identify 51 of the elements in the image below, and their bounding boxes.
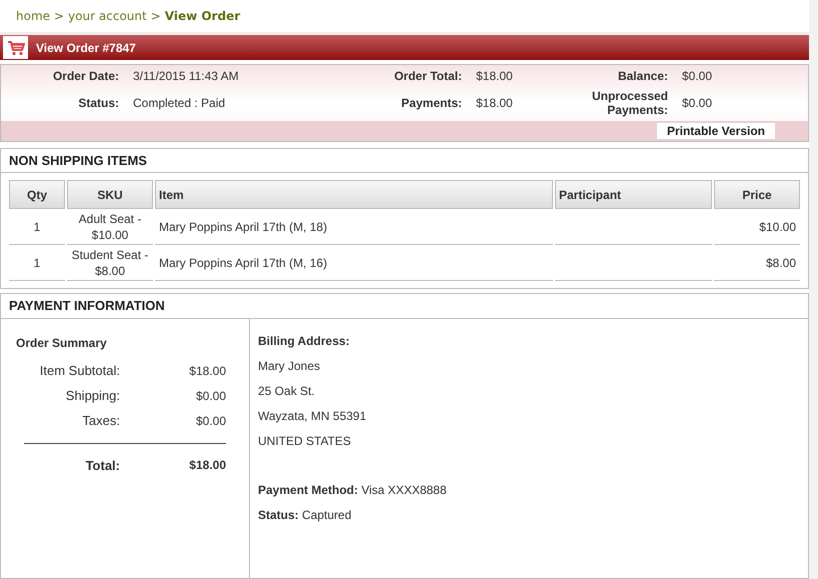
breadcrumb-separator: >	[150, 8, 161, 25]
billing-address-label: Billing Address:	[258, 332, 351, 350]
table-cell: Adult Seat - $10.00	[67, 209, 153, 245]
address-line: Mary Jones	[258, 358, 322, 374]
address-line: Wayzata, MN 55391	[258, 408, 368, 424]
summary-value: $0.00	[194, 412, 226, 430]
breadcrumb-link[interactable]: home	[16, 7, 50, 25]
window-title: View Order #7847	[36, 40, 136, 56]
field-value: $18.00	[476, 69, 514, 83]
table-cell: Mary Poppins April 17th (M, 16)	[155, 245, 553, 281]
table-cell: $10.00	[714, 209, 800, 245]
section-title: NON SHIPPING ITEMS	[1, 149, 808, 173]
total-label: Total:	[84, 457, 120, 475]
field-label: Balance:	[616, 69, 669, 83]
table-cell: Student Seat - $8.00	[67, 245, 153, 281]
column-header: SKU	[67, 180, 153, 209]
summary-label: Taxes:	[81, 412, 120, 430]
field-value: $0.00	[682, 96, 714, 110]
table-cell: 1	[9, 209, 65, 245]
breadcrumb-current[interactable]: View Order	[164, 7, 240, 25]
field-label: Payments:	[400, 96, 463, 110]
payment-detail: Payment Method: Visa XXXX8888	[258, 482, 447, 499]
address-line: UNITED STATES	[258, 432, 352, 450]
field-label: Order Total:	[393, 69, 463, 83]
total-value: $18.00	[188, 457, 226, 474]
table-cell: $8.00	[714, 245, 800, 281]
field-value: 3/11/2015 11:43 AM	[133, 69, 240, 83]
address-line: 25 Oak St.	[258, 382, 316, 400]
printable-version-button[interactable]: Printable Version	[656, 123, 775, 139]
payment-detail: Status: Captured	[258, 507, 352, 524]
summary-label: Shipping:	[64, 386, 120, 405]
section-title: PAYMENT INFORMATION	[1, 294, 808, 319]
cart-icon	[6, 40, 24, 56]
field-label: Unprocessed Payments:	[590, 89, 669, 117]
order-summary-title: Order Summary	[16, 335, 108, 352]
table-cell: 1	[9, 245, 65, 281]
column-header: Qty	[9, 180, 65, 209]
field-value: Completed : Paid	[133, 96, 226, 110]
table-cell: Mary Poppins April 17th (M, 18)	[155, 209, 553, 245]
breadcrumb-separator: >	[54, 8, 64, 25]
summary-value: $0.00	[194, 388, 226, 404]
column-header: Item	[155, 180, 553, 209]
column-header: Price	[714, 180, 800, 209]
breadcrumb-link[interactable]: your account	[68, 7, 147, 25]
field-label: Status:	[77, 96, 120, 110]
column-header: Participant	[555, 180, 712, 209]
summary-value: $18.00	[188, 362, 226, 380]
field-label: Order Date:	[52, 69, 120, 83]
field-value: $0.00	[682, 69, 714, 83]
summary-label: Item Subtotal:	[38, 362, 120, 380]
field-value: $18.00	[476, 96, 514, 110]
